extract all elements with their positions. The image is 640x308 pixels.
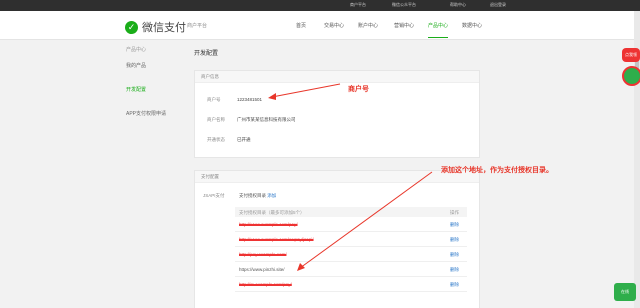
arrow-to-merchant-id <box>271 83 341 98</box>
arrow-to-dir-url <box>299 171 433 269</box>
annotation-merchant-id: 商户号 <box>348 86 369 93</box>
annotation-arrows <box>268 83 433 271</box>
arrowhead <box>297 263 305 271</box>
floating-promo[interactable]: 点我领 <box>620 48 640 104</box>
annotation-add-note: 添加这个地址，作为支付授权目录。 <box>441 167 553 174</box>
arrowhead <box>268 93 276 100</box>
promo-label: 点我领 <box>622 48 640 62</box>
online-service-button[interactable]: 在线 <box>614 283 636 301</box>
promo-ball-icon <box>622 66 640 86</box>
